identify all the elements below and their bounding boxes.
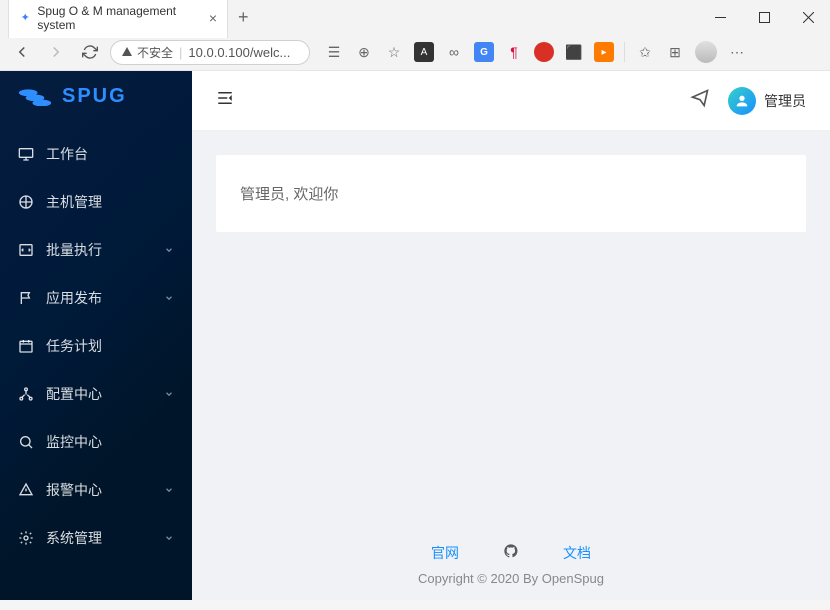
setting-icon bbox=[18, 530, 34, 546]
collections-icon[interactable]: ⊞ bbox=[665, 42, 685, 62]
chevron-down-icon bbox=[164, 482, 174, 498]
chevron-down-icon bbox=[164, 290, 174, 306]
favorites-icon[interactable]: ✩ bbox=[635, 42, 655, 62]
copyright-text: Copyright © 2020 By OpenSpug bbox=[192, 571, 830, 586]
user-menu[interactable]: 管理员 bbox=[728, 87, 806, 115]
deployment-icon bbox=[18, 386, 34, 402]
sidebar-item-cloud-server[interactable]: 主机管理 bbox=[0, 178, 192, 226]
sidebar-item-label: 任务计划 bbox=[46, 336, 102, 356]
sidebar-item-alert[interactable]: 报警中心 bbox=[0, 466, 192, 514]
extension-icon[interactable]: ⬛ bbox=[564, 42, 584, 62]
browser-back-button[interactable] bbox=[8, 38, 36, 66]
extension-icon[interactable]: ¶ bbox=[504, 42, 524, 62]
sidebar-item-label: 工作台 bbox=[46, 144, 88, 164]
translate-icon[interactable]: G bbox=[474, 42, 494, 62]
monitor-icon bbox=[18, 434, 34, 450]
window-maximize-button[interactable] bbox=[742, 2, 786, 32]
tab-title: Spug O & M management system bbox=[37, 4, 196, 32]
sidebar-item-label: 报警中心 bbox=[46, 480, 102, 500]
app-header: 管理员 bbox=[192, 71, 830, 131]
tab-favicon: ✦ bbox=[19, 11, 31, 25]
extension-icon[interactable]: ∞ bbox=[444, 42, 464, 62]
footer-link-site[interactable]: 官网 bbox=[431, 543, 459, 563]
sidebar-item-monitor[interactable]: 监控中心 bbox=[0, 418, 192, 466]
window-minimize-button[interactable] bbox=[698, 2, 742, 32]
sidebar-item-label: 监控中心 bbox=[46, 432, 102, 452]
sidebar-item-label: 应用发布 bbox=[46, 288, 102, 308]
browser-refresh-button[interactable] bbox=[76, 38, 104, 66]
new-tab-button[interactable]: + bbox=[228, 7, 259, 28]
logo-text: SPUG bbox=[62, 85, 127, 108]
browser-menu-icon[interactable]: ⋯ bbox=[727, 42, 747, 62]
profile-avatar[interactable] bbox=[695, 41, 717, 63]
browser-tab[interactable]: ✦ Spug O & M management system × bbox=[8, 0, 228, 38]
user-name-label: 管理员 bbox=[764, 91, 806, 111]
user-avatar-icon bbox=[728, 87, 756, 115]
github-icon[interactable] bbox=[503, 543, 519, 563]
cloud-server-icon bbox=[18, 194, 34, 210]
sidebar-item-label: 系统管理 bbox=[46, 528, 102, 548]
sidebar-item-desktop[interactable]: 工作台 bbox=[0, 130, 192, 178]
logo-icon bbox=[18, 86, 52, 108]
notification-icon[interactable] bbox=[690, 88, 710, 113]
chevron-down-icon bbox=[164, 242, 174, 258]
sidebar-item-label: 配置中心 bbox=[46, 384, 102, 404]
sidebar-item-schedule[interactable]: 任务计划 bbox=[0, 322, 192, 370]
sidebar-item-label: 主机管理 bbox=[46, 192, 102, 212]
welcome-card: 管理员, 欢迎你 bbox=[216, 155, 806, 232]
footer-link-docs[interactable]: 文档 bbox=[563, 543, 591, 563]
code-icon bbox=[18, 242, 34, 258]
extension-icon[interactable] bbox=[534, 42, 554, 62]
chevron-down-icon bbox=[164, 530, 174, 546]
insecure-badge: 不安全 bbox=[121, 44, 173, 61]
chevron-down-icon bbox=[164, 386, 174, 402]
sidebar-collapse-button[interactable] bbox=[216, 89, 234, 112]
window-close-button[interactable] bbox=[786, 2, 830, 32]
welcome-message: 管理员, 欢迎你 bbox=[240, 186, 338, 203]
sidebar-item-label: 批量执行 bbox=[46, 240, 102, 260]
extension-icon[interactable]: ▸ bbox=[594, 42, 614, 62]
alert-icon bbox=[18, 482, 34, 498]
app-footer: 官网 文档 Copyright © 2020 By OpenSpug bbox=[192, 529, 830, 610]
sidebar-item-setting[interactable]: 系统管理 bbox=[0, 514, 192, 562]
app-logo[interactable]: SPUG bbox=[0, 71, 192, 122]
tab-close-icon[interactable]: × bbox=[209, 10, 217, 26]
flag-icon bbox=[18, 290, 34, 306]
desktop-icon bbox=[18, 146, 34, 162]
browser-forward-button[interactable] bbox=[42, 38, 70, 66]
sidebar-item-deployment[interactable]: 配置中心 bbox=[0, 370, 192, 418]
schedule-icon bbox=[18, 338, 34, 354]
sidebar-item-code[interactable]: 批量执行 bbox=[0, 226, 192, 274]
sidebar: SPUG 工作台主机管理批量执行应用发布任务计划配置中心监控中心报警中心系统管理 bbox=[0, 71, 192, 610]
sidebar-item-flag[interactable]: 应用发布 bbox=[0, 274, 192, 322]
